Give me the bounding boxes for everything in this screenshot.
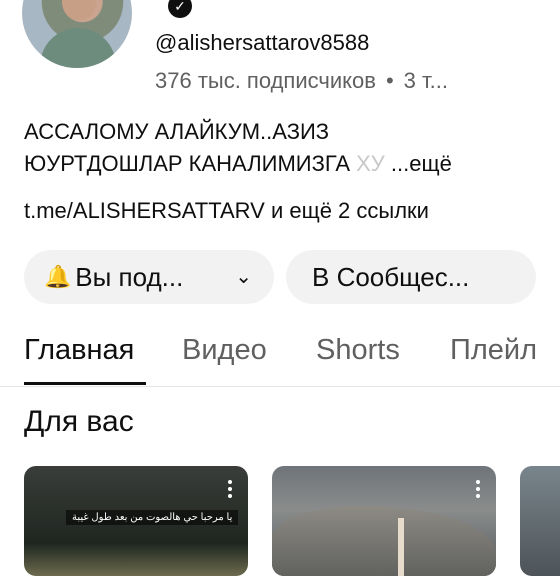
more-links[interactable]: и ещё 2 ссылки bbox=[271, 198, 429, 223]
channel-avatar[interactable] bbox=[22, 0, 132, 68]
tab-videos[interactable]: Видео bbox=[182, 334, 267, 367]
more-options-icon[interactable] bbox=[476, 480, 482, 501]
avatar-face bbox=[62, 0, 96, 20]
community-label: В Сообщес... bbox=[312, 262, 470, 292]
tab-home[interactable]: Главная bbox=[24, 334, 134, 367]
verified-check-icon: ✓ bbox=[168, 0, 192, 18]
meta-separator: • bbox=[385, 68, 394, 93]
thumbnail-tower bbox=[398, 518, 404, 576]
section-title: Для вас bbox=[24, 405, 134, 438]
chevron-down-icon: ⌄ bbox=[235, 266, 252, 288]
description-line-2: ЮУРТДОШЛАР КАНАЛИМИЗГА ХУ ...ещё bbox=[24, 148, 524, 180]
channel-meta[interactable]: 376 тыс. подписчиков • 3 т... bbox=[155, 68, 448, 94]
thumbnail-caption: يا مرحبا حي هالصوت من بعد طول غيبة bbox=[66, 510, 239, 525]
tab-shorts[interactable]: Shorts bbox=[316, 334, 400, 367]
channel-handle: @alishersattarov8588 bbox=[155, 30, 370, 55]
tab-playlists[interactable]: Плейл bbox=[450, 334, 537, 367]
bell-icon: 🔔 bbox=[44, 264, 72, 289]
channel-links[interactable]: t.me/ALISHERSATTARV и ещё 2 ссылки bbox=[24, 198, 429, 224]
meta-extra: 3 т... bbox=[403, 68, 448, 93]
more-options-icon[interactable] bbox=[228, 480, 234, 501]
subscribed-button[interactable]: 🔔 Вы под... ⌄ bbox=[24, 250, 274, 304]
avatar-shirt bbox=[40, 28, 116, 68]
channel-tabs: Главная Видео Shorts Плейл bbox=[0, 330, 560, 387]
thumbnail-landscape bbox=[272, 506, 496, 576]
community-button[interactable]: В Сообщес... bbox=[286, 250, 536, 304]
active-tab-indicator bbox=[24, 382, 146, 385]
description-more-link[interactable]: ...ещё bbox=[391, 151, 452, 176]
telegram-link[interactable]: t.me/ALISHERSATTARV bbox=[24, 198, 265, 223]
description-line-2-text: ЮУРТДОШЛАР КАНАЛИМИЗГА bbox=[24, 151, 350, 176]
description-line-1: АССАЛОМУ АЛАЙКУМ..АЗИЗ bbox=[24, 119, 330, 144]
description-faded-text: ХУ bbox=[356, 151, 385, 176]
subscribed-label: Вы под... bbox=[75, 262, 184, 292]
channel-description[interactable]: АССАЛОМУ АЛАЙКУМ..АЗИЗ ЮУРТДОШЛАР КАНАЛИ… bbox=[24, 116, 524, 180]
subscriber-count: 376 тыс. подписчиков bbox=[155, 68, 376, 93]
